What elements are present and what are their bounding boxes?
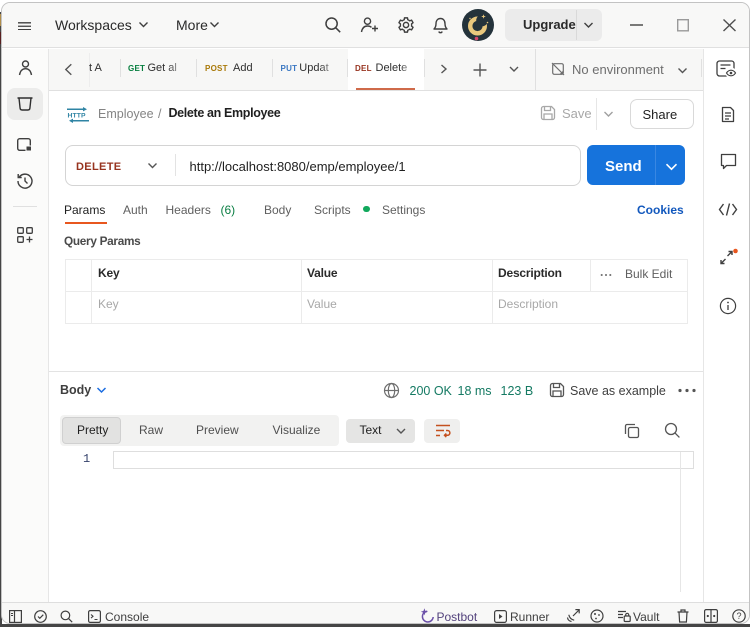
svg-text:HTTP: HTTP	[68, 113, 87, 120]
svg-text:?: ?	[736, 611, 741, 621]
